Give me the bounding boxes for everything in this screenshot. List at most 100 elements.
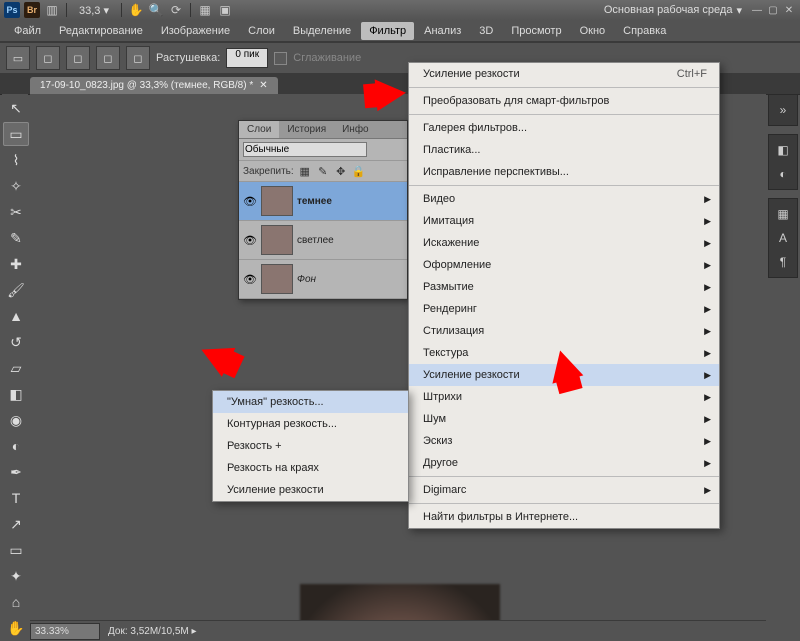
layer-row[interactable]: 👁 темнее xyxy=(239,182,407,221)
screenmode-icon[interactable]: ▣ xyxy=(217,2,233,18)
move-tool-icon[interactable]: ↖ xyxy=(3,96,29,120)
tool-preset-icon[interactable]: ▭ xyxy=(6,46,30,70)
gradient-tool-icon[interactable]: ◧ xyxy=(3,382,29,406)
visibility-icon[interactable]: 👁 xyxy=(243,272,257,286)
document-close-icon[interactable]: ✕ xyxy=(259,80,267,91)
window-maximize-icon[interactable]: ▢ xyxy=(766,5,780,16)
menu-image[interactable]: Изображение xyxy=(153,22,238,40)
lock-all-icon[interactable]: 🔒 xyxy=(352,164,366,178)
dock-collapse-icon[interactable]: » xyxy=(771,99,795,121)
menu-view[interactable]: Просмотр xyxy=(503,22,569,40)
filter-stylize[interactable]: Стилизация▶ xyxy=(409,320,719,342)
layer-name[interactable]: Фон xyxy=(297,274,316,285)
dodge-tool-icon[interactable]: ◐ xyxy=(3,434,29,458)
status-zoom[interactable]: 33.33% xyxy=(30,623,100,640)
eyedropper-tool-icon[interactable]: ✎ xyxy=(3,226,29,250)
filter-convert-smart[interactable]: Преобразовать для смарт-фильтров xyxy=(409,90,719,112)
bridge-logo-icon[interactable]: Br xyxy=(24,2,40,18)
lock-transparency-icon[interactable]: ▦ xyxy=(298,164,312,178)
layer-thumbnail[interactable] xyxy=(261,225,293,255)
crop-tool-icon[interactable]: ✂ xyxy=(3,200,29,224)
dock-panel-icon[interactable]: A xyxy=(771,227,795,249)
tab-layers[interactable]: Слои xyxy=(239,121,279,138)
filter-video[interactable]: Видео▶ xyxy=(409,188,719,210)
dock-panel-icon[interactable]: ◐ xyxy=(771,163,795,185)
selection-new-icon[interactable]: ◻ xyxy=(36,46,60,70)
document-tab[interactable]: 17-09-10_0823.jpg @ 33,3% (темнее, RGB/8… xyxy=(30,77,278,94)
brush-tool-icon[interactable]: 🖌 xyxy=(3,278,29,302)
zoom-tool-icon[interactable]: 🔍 xyxy=(148,2,164,18)
filter-blur[interactable]: Размытие▶ xyxy=(409,276,719,298)
menu-filter[interactable]: Фильтр xyxy=(361,22,414,40)
shape-tool-icon[interactable]: ▭ xyxy=(3,538,29,562)
menu-help[interactable]: Справка xyxy=(615,22,674,40)
visibility-icon[interactable]: 👁 xyxy=(243,233,257,247)
dock-panel-icon[interactable]: ◧ xyxy=(771,139,795,161)
window-minimize-icon[interactable]: — xyxy=(750,5,764,16)
wand-tool-icon[interactable]: ✧ xyxy=(3,174,29,198)
tab-info[interactable]: Инфо xyxy=(334,121,377,138)
menu-window[interactable]: Окно xyxy=(572,22,614,40)
blur-tool-icon[interactable]: ◉ xyxy=(3,408,29,432)
layer-name[interactable]: темнее xyxy=(297,196,332,207)
filter-distort[interactable]: Искажение▶ xyxy=(409,232,719,254)
filter-render[interactable]: Рендеринг▶ xyxy=(409,298,719,320)
lock-pixels-icon[interactable]: ✎ xyxy=(316,164,330,178)
zoom-dropdown[interactable]: 33,3 ▾ xyxy=(73,4,115,17)
layer-row[interactable]: 👁 Фон xyxy=(239,260,407,299)
filter-vanishing-point[interactable]: Исправление перспективы... xyxy=(409,161,719,183)
blend-mode-select[interactable]: Обычные xyxy=(243,142,367,157)
filter-stylize2[interactable]: Оформление▶ xyxy=(409,254,719,276)
menu-analysis[interactable]: Анализ xyxy=(416,22,469,40)
filter-browse-online[interactable]: Найти фильтры в Интернете... xyxy=(409,506,719,528)
arrange-icon[interactable]: ▦ xyxy=(197,2,213,18)
hand-tool-icon[interactable]: ✋ xyxy=(128,2,144,18)
selection-add-icon[interactable]: ◻ xyxy=(66,46,90,70)
hand-tool-icon[interactable]: ✋ xyxy=(3,616,29,640)
type-tool-icon[interactable]: T xyxy=(3,486,29,510)
filter-liquify[interactable]: Пластика... xyxy=(409,139,719,161)
filter-noise[interactable]: Шум▶ xyxy=(409,408,719,430)
filter-gallery[interactable]: Галерея фильтров... xyxy=(409,117,719,139)
3d-camera-tool-icon[interactable]: ⌂ xyxy=(3,590,29,614)
tab-history[interactable]: История xyxy=(279,121,334,138)
3d-tool-icon[interactable]: ✦ xyxy=(3,564,29,588)
menu-edit[interactable]: Редактирование xyxy=(51,22,151,40)
history-brush-tool-icon[interactable]: ↺ xyxy=(3,330,29,354)
layer-name[interactable]: светлее xyxy=(297,235,334,246)
feather-input[interactable]: 0 пик xyxy=(226,48,268,68)
workspace-dropdown[interactable]: Основная рабочая среда▾ xyxy=(600,4,746,17)
filter-digimarc[interactable]: Digimarc▶ xyxy=(409,479,719,501)
sharpen-edges[interactable]: Резкость на краях xyxy=(213,457,408,479)
layer-thumbnail[interactable] xyxy=(261,186,293,216)
menu-layers[interactable]: Слои xyxy=(240,22,283,40)
filter-artistic[interactable]: Имитация▶ xyxy=(409,210,719,232)
filter-other[interactable]: Другое▶ xyxy=(409,452,719,474)
layer-thumbnail[interactable] xyxy=(261,264,293,294)
marquee-tool-icon[interactable]: ▭ xyxy=(3,122,29,146)
status-docinfo[interactable]: Док: 3,52M/10,5M ▸ xyxy=(108,626,197,637)
menu-file[interactable]: Файл xyxy=(6,22,49,40)
menu-3d[interactable]: 3D xyxy=(471,22,501,40)
antialias-checkbox[interactable] xyxy=(274,52,287,65)
stamp-tool-icon[interactable]: ▲ xyxy=(3,304,29,328)
lock-position-icon[interactable]: ✥ xyxy=(334,164,348,178)
menu-select[interactable]: Выделение xyxy=(285,22,359,40)
rotate-view-icon[interactable]: ⟳ xyxy=(168,2,184,18)
dock-panel-icon[interactable]: ¶ xyxy=(771,251,795,273)
visibility-icon[interactable]: 👁 xyxy=(243,194,257,208)
sharpen-smart[interactable]: "Умная" резкость... xyxy=(213,391,408,413)
pen-tool-icon[interactable]: ✒ xyxy=(3,460,29,484)
dock-panel-icon[interactable]: ▦ xyxy=(771,203,795,225)
filter-repeat[interactable]: Усиление резкостиCtrl+F xyxy=(409,63,719,85)
sharpen-sharpen[interactable]: Усиление резкости xyxy=(213,479,408,501)
eraser-tool-icon[interactable]: ▱ xyxy=(3,356,29,380)
layer-row[interactable]: 👁 светлее xyxy=(239,221,407,260)
lasso-tool-icon[interactable]: ⌇ xyxy=(3,148,29,172)
sharpen-unsharp[interactable]: Контурная резкость... xyxy=(213,413,408,435)
heal-tool-icon[interactable]: ✚ xyxy=(3,252,29,276)
sharpen-more[interactable]: Резкость + xyxy=(213,435,408,457)
launch-mb-icon[interactable]: ▥ xyxy=(44,2,60,18)
window-close-icon[interactable]: ✕ xyxy=(782,5,796,16)
selection-intersect-icon[interactable]: ◻ xyxy=(126,46,150,70)
